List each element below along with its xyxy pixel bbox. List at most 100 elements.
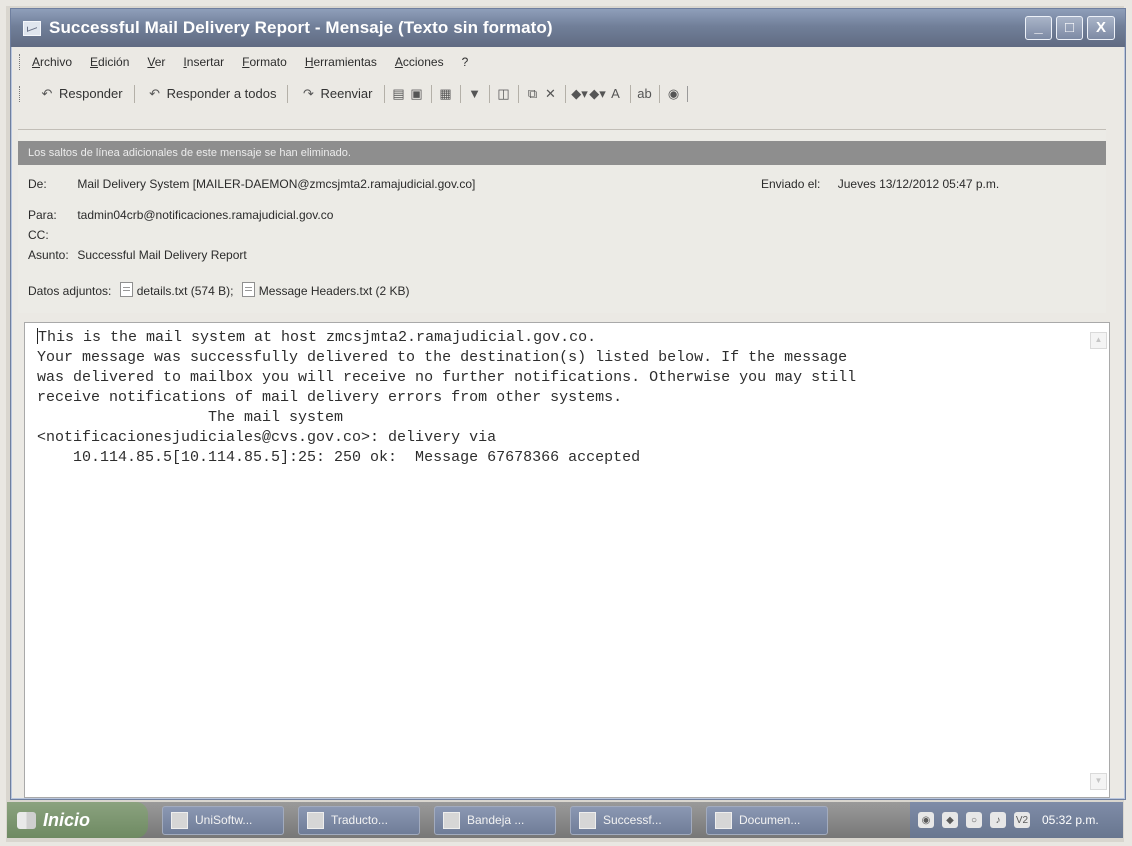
maximize-button[interactable]: □ <box>1056 16 1083 40</box>
attachment-details-name: details.txt (574 B); <box>136 284 234 298</box>
toolbar-separator <box>287 84 289 103</box>
menu-acciones[interactable]: Acciones <box>395 55 444 69</box>
menu-help[interactable]: ? <box>462 55 469 69</box>
menu-herramientas[interactable]: Herramientas <box>305 55 377 69</box>
subject-label: Asunto: <box>28 248 69 262</box>
message-line: <notificacionesjudiciales@cvs.gov.co>: d… <box>37 429 497 446</box>
reply-all-button[interactable]: ↶ Responder a todos <box>140 82 283 106</box>
toolbar-separator <box>488 84 490 103</box>
inbox-icon <box>443 811 460 829</box>
document-icon <box>715 811 732 829</box>
title-bar[interactable]: Successful Mail Delivery Report - Mensaj… <box>11 9 1125 47</box>
attachment-message-headers[interactable]: Message Headers.txt (2 KB) <box>237 282 410 298</box>
reply-label: Responder <box>59 86 123 101</box>
taskbar-item-translator[interactable]: Traducto... <box>298 805 420 835</box>
help-icon[interactable]: ◉ <box>665 86 683 101</box>
menu-edicion[interactable]: Edición <box>90 55 129 69</box>
taskbar-item-inbox[interactable]: Bandeja ... <box>434 805 556 835</box>
move-to-folder-icon[interactable]: ▦ <box>437 86 455 101</box>
reply-all-icon: ↶ <box>149 85 161 101</box>
toolbar-separator <box>629 84 631 103</box>
menu-bar: Archivo Edición Ver Insertar Formato Her… <box>11 48 1125 76</box>
start-label: Inicio <box>43 809 91 830</box>
toolbar-overflow-icon[interactable] <box>686 85 698 102</box>
network-icon[interactable]: ◉ <box>918 812 934 828</box>
sync-icon[interactable]: ○ <box>966 812 982 828</box>
sent-row: Enviado el: Jueves 13/12/2012 05:47 p.m. <box>761 177 999 191</box>
message-text: This is the mail system at host zmcsjmta… <box>37 328 1067 468</box>
taskbar-item-label: Successf... <box>603 813 662 827</box>
to-label: Para: <box>28 208 57 222</box>
copy-icon[interactable]: ⧉ <box>524 86 542 101</box>
start-button[interactable]: Inicio <box>7 802 148 838</box>
translator-icon <box>307 811 324 829</box>
from-value[interactable]: Mail Delivery System [MAILER-DAEMON@zmcs… <box>77 177 475 191</box>
print-icon[interactable]: ▤ <box>390 86 408 101</box>
sent-label: Enviado el: <box>761 177 821 191</box>
forward-button[interactable]: ↷ Reenviar <box>293 82 378 106</box>
message-header: Los saltos de línea adicionales de este … <box>18 129 1106 313</box>
to-row: Para: tadmin04crb@notificaciones.ramajud… <box>28 208 333 222</box>
info-bar[interactable]: Los saltos de línea adicionales de este … <box>18 141 1106 165</box>
security-icon[interactable]: ◆ <box>942 812 958 828</box>
toolbar-separator <box>383 84 385 103</box>
clock: 05:32 p.m. <box>1042 813 1099 827</box>
application-icon <box>171 811 188 829</box>
taskbar-item-unisoftware[interactable]: UniSoftw... <box>162 805 284 835</box>
mail-message-icon <box>23 20 41 36</box>
to-value[interactable]: tadmin04crb@notificaciones.ramajudicial.… <box>77 208 333 222</box>
message-window: Successful Mail Delivery Report - Mensaj… <box>10 8 1126 800</box>
cc-row: CC: <box>28 228 74 242</box>
menu-formato[interactable]: Formato <box>242 55 287 69</box>
flag-icon[interactable]: ▼ <box>466 86 484 101</box>
message-line: receive notifications of mail delivery e… <box>37 389 623 406</box>
message-line: The mail system <box>37 409 344 426</box>
address-book-icon[interactable]: ◫ <box>495 86 513 101</box>
message-line: This is the mail system at host zmcsjmta… <box>37 328 597 346</box>
menu-insertar[interactable]: Insertar <box>183 55 224 69</box>
toolbar-grip-icon[interactable] <box>19 85 24 102</box>
next-item-icon[interactable]: ◆▾ <box>589 86 607 101</box>
taskbar-item-document[interactable]: Documen... <box>706 805 828 835</box>
from-label: De: <box>28 177 47 191</box>
taskbar-item-label: Traducto... <box>331 813 388 827</box>
scroll-down-icon[interactable]: ▼ <box>1090 773 1107 790</box>
toolbar-separator <box>564 84 566 103</box>
scroll-up-icon[interactable]: ▲ <box>1090 332 1107 349</box>
reply-all-label: Responder a todos <box>166 86 277 101</box>
minimize-button[interactable]: _ <box>1025 16 1052 40</box>
font-size-icon[interactable]: A <box>607 86 625 101</box>
attachment-details[interactable]: details.txt (574 B); <box>115 282 237 298</box>
forward-icon: ↷ <box>303 85 314 101</box>
text-file-icon <box>119 282 133 297</box>
reply-button[interactable]: ↶ Responder <box>32 82 129 106</box>
previous-item-icon[interactable]: ◆▾ <box>571 86 589 101</box>
v2-badge-icon[interactable]: V2 <box>1014 812 1030 828</box>
toolbar-separator <box>133 84 135 103</box>
taskbar-item-successful-report[interactable]: Successf... <box>570 805 692 835</box>
cc-label: CC: <box>28 228 49 242</box>
system-tray: ◉ ◆ ○ ♪ V2 05:32 p.m. <box>910 802 1123 838</box>
menu-ver[interactable]: Ver <box>147 55 165 69</box>
save-icon[interactable]: ▣ <box>408 86 426 101</box>
attachments-label: Datos adjuntos: <box>28 284 112 298</box>
message-line: was delivered to mailbox you will receiv… <box>37 369 857 386</box>
subject-value: Successful Mail Delivery Report <box>77 248 247 262</box>
message-line: Your message was successfully delivered … <box>37 349 848 366</box>
volume-icon[interactable]: ♪ <box>990 812 1006 828</box>
message-body[interactable]: This is the mail system at host zmcsjmta… <box>24 322 1110 798</box>
subject-row: Asunto: Successful Mail Delivery Report <box>28 248 247 262</box>
toolbar-separator <box>517 84 519 103</box>
toolbar-separator <box>658 84 660 103</box>
toolbar-separator <box>459 84 461 103</box>
message-line: 10.114.85.5[10.114.85.5]:25: 250 ok: Mes… <box>37 449 641 466</box>
delete-icon[interactable]: ✕ <box>542 86 560 101</box>
windows-logo-icon <box>17 811 36 829</box>
vertical-scrollbar[interactable]: ▲ ▼ <box>1090 325 1107 793</box>
menu-archivo[interactable]: Archivo <box>32 55 72 69</box>
translate-icon[interactable]: ab <box>636 86 654 101</box>
from-row: De: Mail Delivery System [MAILER-DAEMON@… <box>28 177 475 191</box>
attachment-message-headers-name: Message Headers.txt (2 KB) <box>258 284 410 298</box>
menu-grip-icon[interactable] <box>19 54 24 70</box>
close-button[interactable]: X <box>1087 16 1115 40</box>
